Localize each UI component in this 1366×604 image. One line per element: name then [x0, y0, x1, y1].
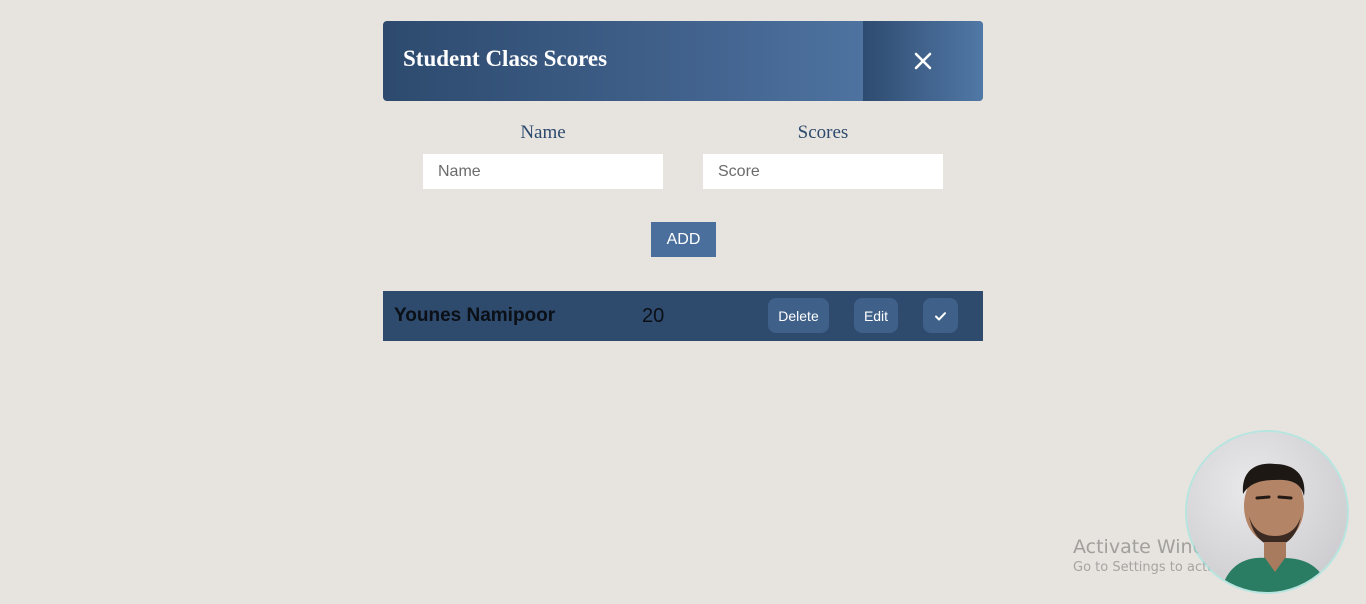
delete-button[interactable]: Delete: [768, 298, 829, 333]
checkmark-icon: [935, 308, 946, 324]
panel-header: Student Class Scores: [383, 21, 983, 101]
student-score: 20: [642, 305, 665, 327]
score-label: Scores: [797, 122, 849, 143]
name-field-group: Name: [423, 121, 663, 189]
close-icon: [914, 52, 932, 70]
score-input[interactable]: [703, 154, 943, 189]
score-field-group: Scores: [703, 121, 943, 189]
add-button[interactable]: ADD: [651, 222, 716, 257]
student-row: Younes Namipoor 20 Delete Edit: [383, 291, 983, 341]
name-label: Name: [520, 122, 566, 143]
edit-button[interactable]: Edit: [854, 298, 898, 333]
confirm-button[interactable]: [923, 298, 958, 333]
webcam-overlay: [1187, 432, 1347, 592]
webcam-person-image: [1187, 432, 1347, 592]
student-name: Younes Namipoor: [394, 305, 556, 326]
page-title: Student Class Scores: [403, 46, 608, 71]
name-input[interactable]: [423, 154, 663, 189]
scores-panel: Student Class Scores Name Scores ADD You…: [383, 21, 983, 341]
close-button[interactable]: [863, 21, 983, 101]
